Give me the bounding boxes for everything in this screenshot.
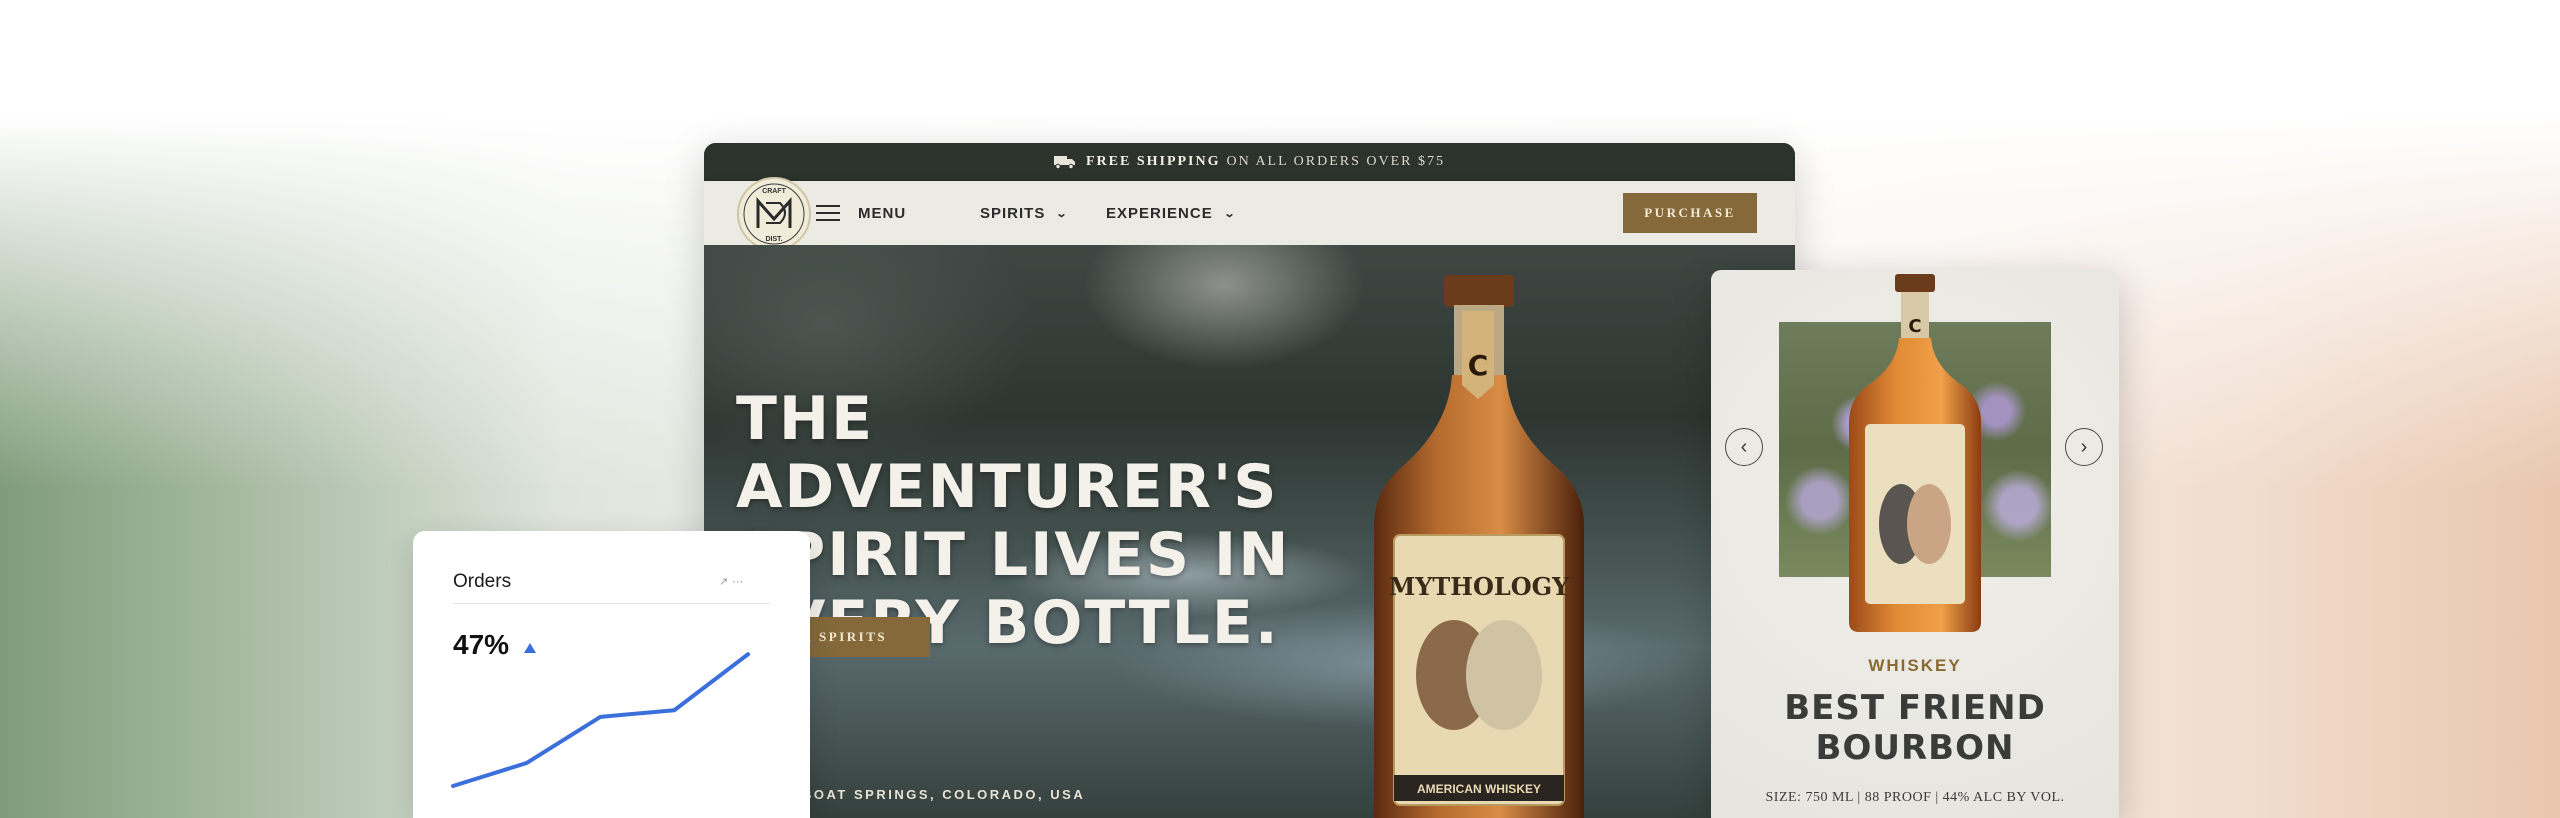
orders-line-chart [451, 652, 750, 788]
carousel-prev-button[interactable]: ‹ [1725, 428, 1763, 466]
carousel-next-button[interactable]: › [2065, 428, 2103, 466]
bottle-brand-text: MYTHOLOGY [1389, 572, 1570, 601]
product-category: WHISKEY [1868, 656, 1962, 675]
nav-spirits[interactable]: SPIRITS ⌄ [980, 181, 1068, 245]
hero-section: THE ADVENTURER'S SPIRIT LIVES IN EVERY B… [704, 245, 1795, 818]
hero-headline-line-2: SPIRIT LIVES IN [736, 520, 1291, 590]
shipping-text: ON ALL ORDERS OVER $75 [1226, 154, 1445, 169]
purchase-button[interactable]: PURCHASE [1623, 193, 1757, 233]
product-name-line-1: BEST FRIEND [1784, 688, 2046, 728]
chevron-right-icon: › [2080, 435, 2088, 458]
nav-experience-label: EXPERIENCE [1106, 204, 1213, 222]
product-name-line-2: BOURBON [1815, 728, 2015, 768]
whiskey-bottle-image: C MYTHOLOGY AMERICAN WHISKEY [1374, 275, 1584, 818]
bottle-type-text: AMERICAN WHISKEY [1417, 782, 1541, 796]
logo-text-top: CRAFT [762, 188, 786, 195]
orders-series-line [451, 652, 750, 788]
chevron-down-icon: ⌄ [1223, 207, 1237, 220]
orders-widget: Orders ↗⋯ 47% [413, 531, 810, 818]
menu-label: MENU [858, 204, 907, 222]
site-navbar: CRAFT DIST. MENU SPIRITS ⌄ EXPERIENCE ⌄ … [704, 177, 1795, 251]
bourbon-bottle-image: C [1849, 274, 1981, 632]
hero-headline-line-1: THE ADVENTURER'S [736, 384, 1279, 522]
chevron-left-icon: ‹ [1740, 435, 1748, 458]
shipping-banner: FREE SHIPPING ON ALL ORDERS OVER $75 [704, 143, 1795, 181]
hamburger-icon [816, 204, 842, 222]
svg-text:C: C [1908, 316, 1921, 337]
truck-icon [1053, 156, 1075, 169]
chevron-down-icon: ⌄ [1055, 207, 1070, 220]
product-card: C ‹ › WHISKEY BEST FRIEND BOURBON SIZE: … [1711, 270, 2119, 818]
brand-logo[interactable]: CRAFT DIST. [736, 173, 812, 255]
menu-button[interactable]: MENU [816, 181, 906, 245]
svg-text:C: C [1468, 349, 1489, 382]
product-name[interactable]: BEST FRIEND BOURBON [1711, 688, 2119, 768]
website-preview: FREE SHIPPING ON ALL ORDERS OVER $75 CRA… [704, 143, 1795, 818]
nav-experience[interactable]: EXPERIENCE ⌄ [1106, 181, 1235, 245]
logo-text-bottom: DIST. [765, 236, 782, 243]
shipping-strong-text: FREE SHIPPING [1085, 154, 1221, 169]
product-details: SIZE: 750 ML | 88 PROOF | 44% ALC BY VOL… [1765, 790, 2065, 805]
nav-spirits-label: SPIRITS [980, 204, 1046, 222]
